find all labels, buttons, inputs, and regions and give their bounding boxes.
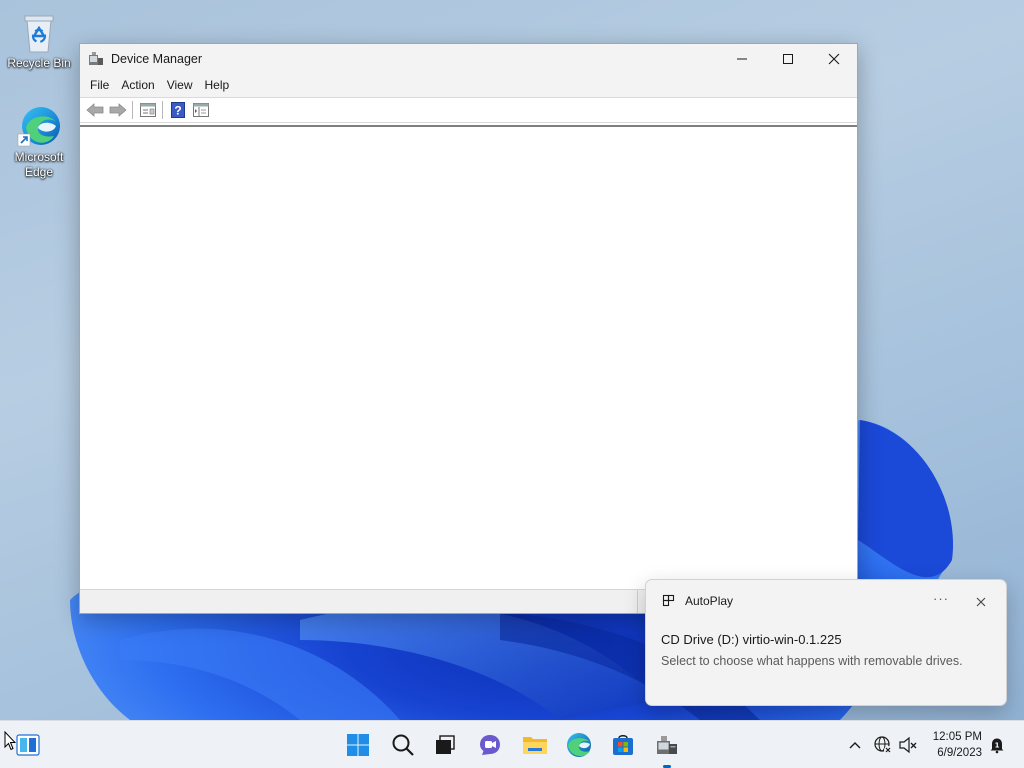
desktop-icon-label: Microsoft Edge bbox=[14, 150, 64, 179]
volume-button[interactable] bbox=[898, 735, 918, 755]
svg-text:?: ? bbox=[174, 104, 181, 118]
toolbar: ? bbox=[80, 97, 857, 123]
notification-app-name: AutoPlay bbox=[685, 594, 734, 608]
help-icon: ? bbox=[170, 102, 185, 118]
mouse-cursor-icon bbox=[4, 731, 16, 751]
edge-icon bbox=[17, 104, 60, 148]
notification-center-button[interactable]: 1 bbox=[987, 735, 1007, 755]
desktop-icon-recycle-bin[interactable]: Recycle Bin bbox=[4, 10, 74, 71]
device-manager-app-icon bbox=[88, 51, 104, 67]
help-button[interactable]: ? bbox=[166, 99, 189, 121]
back-button[interactable] bbox=[83, 99, 106, 121]
show-hide-console-tree-icon bbox=[192, 103, 209, 117]
chat-button[interactable] bbox=[474, 729, 506, 761]
menu-help[interactable]: Help bbox=[199, 73, 236, 97]
device-manager-window[interactable]: Device Manager File Action View Help ? bbox=[79, 43, 858, 614]
autoplay-icon bbox=[662, 594, 675, 607]
close-icon bbox=[828, 53, 840, 64]
store-icon bbox=[613, 735, 633, 755]
globe-disconnected-icon bbox=[874, 736, 892, 754]
device-manager-taskbar-button[interactable] bbox=[651, 729, 683, 761]
close-icon bbox=[976, 597, 986, 607]
show-hidden-icons-button[interactable] bbox=[845, 735, 865, 755]
network-status-button[interactable] bbox=[873, 735, 893, 755]
file-explorer-button[interactable] bbox=[519, 729, 551, 761]
toolbar-separator bbox=[162, 101, 163, 119]
minimize-button[interactable] bbox=[719, 44, 765, 73]
task-view-icon bbox=[436, 735, 455, 754]
desktop-icon-microsoft-edge[interactable]: Microsoft Edge bbox=[4, 104, 74, 180]
minimize-icon bbox=[737, 58, 747, 59]
notification-more-button[interactable]: ··· bbox=[933, 591, 949, 606]
clock[interactable]: 12:05 PM 6/9/2023 bbox=[924, 729, 982, 761]
menu-view[interactable]: View bbox=[161, 73, 199, 97]
menu-bar: File Action View Help bbox=[80, 73, 857, 97]
taskbar: 12:05 PM 6/9/2023 1 bbox=[0, 720, 1024, 768]
back-icon bbox=[85, 103, 103, 117]
device-tree-pane[interactable] bbox=[80, 125, 857, 589]
svg-text:1: 1 bbox=[995, 742, 1000, 750]
notification-body: Select to choose what happens with remov… bbox=[661, 654, 963, 668]
clock-time: 12:05 PM bbox=[932, 731, 982, 743]
title-bar[interactable]: Device Manager bbox=[80, 44, 857, 73]
volume-muted-icon bbox=[899, 736, 917, 754]
edge-taskbar-button[interactable] bbox=[563, 729, 595, 761]
recycle-bin-icon bbox=[19, 10, 59, 54]
edge-icon bbox=[567, 733, 591, 757]
start-button[interactable] bbox=[342, 729, 374, 761]
properties-button[interactable] bbox=[136, 99, 159, 121]
window-title: Device Manager bbox=[111, 51, 203, 66]
notification-bell-icon: 1 bbox=[990, 738, 1004, 754]
device-manager-icon bbox=[657, 736, 677, 754]
autoplay-notification[interactable]: AutoPlay ··· CD Drive (D:) virtio-win-0.… bbox=[645, 579, 1007, 706]
microsoft-store-button[interactable] bbox=[607, 729, 639, 761]
show-hide-console-tree-button[interactable] bbox=[189, 99, 212, 121]
search-icon bbox=[392, 734, 414, 756]
widgets-button[interactable] bbox=[14, 729, 42, 761]
chevron-up-icon bbox=[849, 742, 861, 749]
menu-action[interactable]: Action bbox=[115, 73, 160, 97]
properties-icon bbox=[139, 103, 156, 117]
status-bar-main-cell bbox=[80, 590, 638, 613]
maximize-icon bbox=[783, 53, 793, 64]
notification-close-button[interactable] bbox=[973, 594, 989, 610]
task-view-button[interactable] bbox=[429, 729, 461, 761]
search-button[interactable] bbox=[387, 729, 419, 761]
close-button[interactable] bbox=[811, 44, 857, 73]
clock-date: 6/9/2023 bbox=[937, 747, 982, 759]
maximize-button[interactable] bbox=[765, 44, 811, 73]
notification-title: CD Drive (D:) virtio-win-0.1.225 bbox=[661, 632, 842, 647]
forward-button[interactable] bbox=[106, 99, 129, 121]
forward-icon bbox=[109, 103, 127, 117]
chat-icon bbox=[480, 735, 500, 755]
toolbar-separator bbox=[132, 101, 133, 119]
widgets-icon bbox=[16, 734, 40, 756]
file-explorer-icon bbox=[523, 737, 547, 754]
start-icon bbox=[347, 734, 369, 756]
desktop-icon-label: Recycle Bin bbox=[7, 56, 71, 70]
menu-file[interactable]: File bbox=[84, 73, 115, 97]
